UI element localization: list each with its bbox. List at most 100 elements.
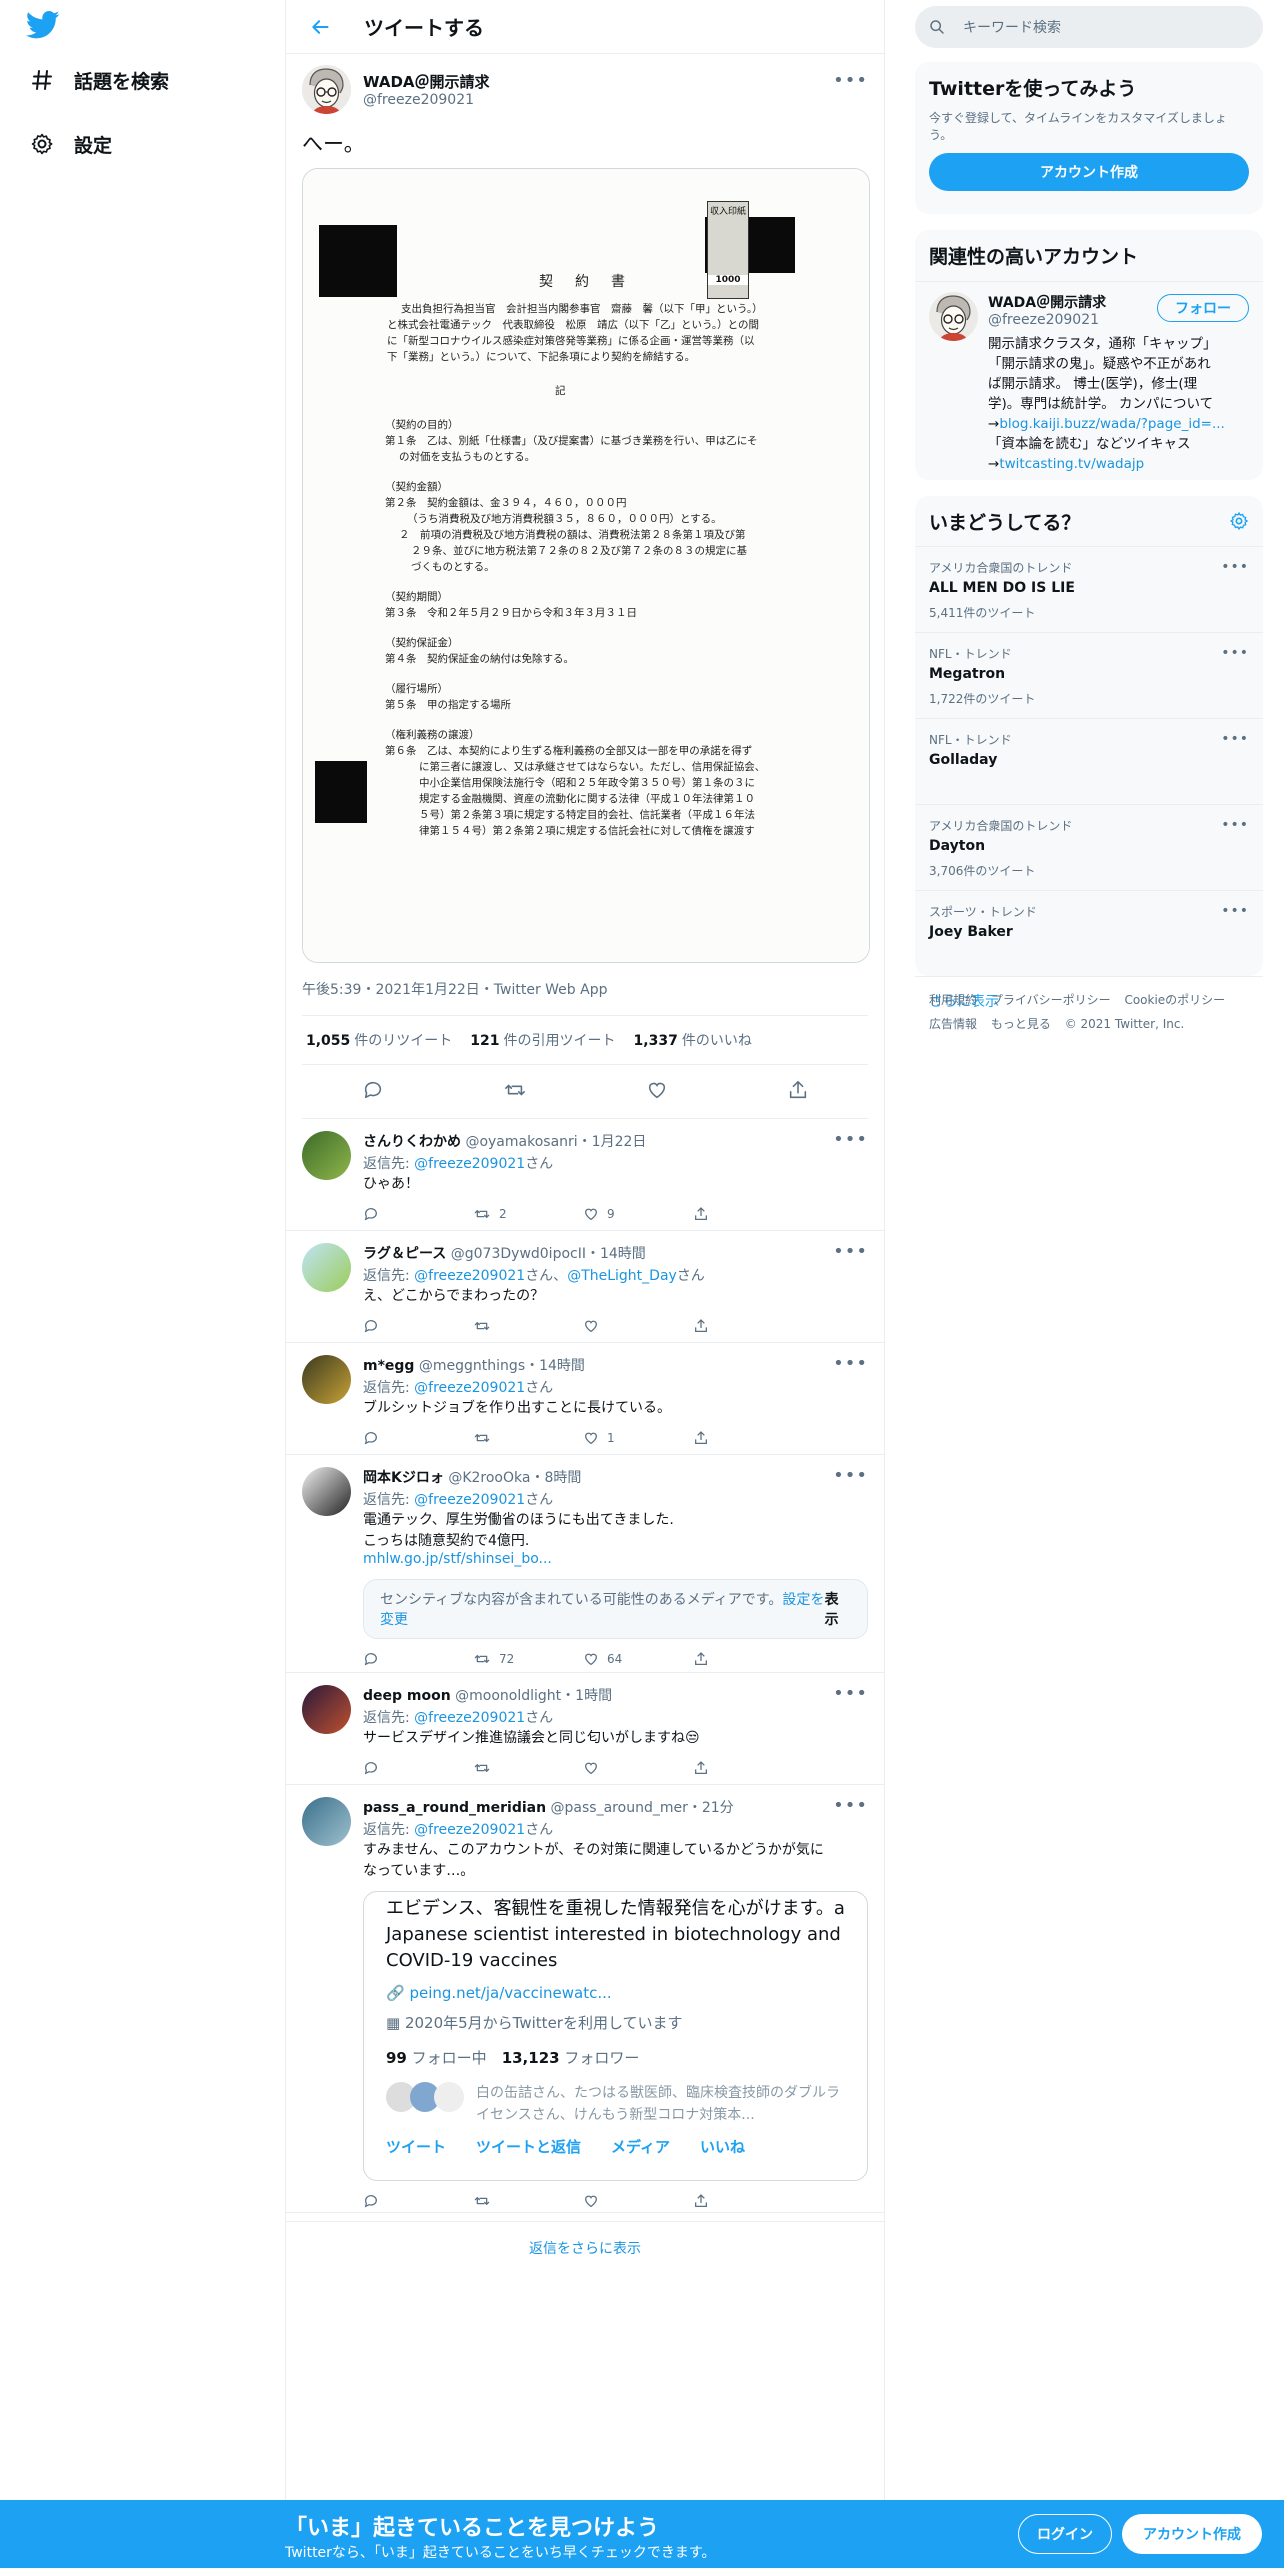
show-more-replies[interactable]: 返信をさらに表示 [286, 2221, 884, 2273]
reply-to-link[interactable]: @freeze209021 [414, 1492, 525, 1508]
reply-author-handle[interactable]: @moonoldlight [455, 1688, 561, 1704]
reply-author-name[interactable]: さんりくわかめ [363, 1134, 461, 1150]
share-icon[interactable] [693, 1651, 803, 1667]
reply-to-link[interactable]: @freeze209021 [414, 1822, 525, 1838]
retweet-count[interactable]: 1,055 件のリツイート [306, 1030, 452, 1050]
trend-item[interactable]: NFL・トレンド Golladay ••• [915, 718, 1263, 804]
author-handle[interactable]: @freeze209021 [363, 92, 490, 108]
reply-tweet[interactable]: ••• ラグ＆ピース @g073Dywd0ipocII・14時間 返信先: @f… [286, 1231, 884, 1343]
reply-tweet[interactable]: ••• deep moon @moonoldlight・1時間 返信先: @fr… [286, 1673, 884, 1785]
like-icon[interactable] [583, 1760, 693, 1776]
reply-author-name[interactable]: m*egg [363, 1358, 414, 1374]
reply-to-link[interactable]: @freeze209021 [414, 1380, 525, 1396]
card-link[interactable]: peing.net/ja/vaccinewatc... [409, 1984, 611, 2002]
followers-count[interactable]: 13,123 [502, 2049, 560, 2067]
reply-author-handle[interactable]: @g073Dywd0ipocII [451, 1246, 586, 1262]
retweet-icon[interactable] [473, 1760, 583, 1776]
avatar[interactable] [302, 1467, 351, 1516]
reply-time[interactable]: ・8時間 [530, 1470, 581, 1486]
like-icon[interactable]: 1 [583, 1430, 693, 1446]
more-options-icon[interactable]: ••• [1221, 645, 1249, 661]
more-options-icon[interactable]: ••• [1221, 731, 1249, 747]
search-input[interactable]: キーワード検索 [915, 6, 1263, 48]
show-media-button[interactable]: 表示 [825, 1589, 851, 1629]
reply-time[interactable]: ・1月22日 [578, 1134, 647, 1150]
reply-icon[interactable] [363, 1760, 473, 1776]
reply-author-name[interactable]: pass_a_round_meridian [363, 1800, 546, 1816]
nav-settings[interactable]: 設定 [28, 130, 112, 158]
twitter-bird-icon[interactable] [25, 10, 66, 50]
like-icon[interactable]: 64 [583, 1651, 693, 1667]
reply-icon[interactable] [363, 2193, 473, 2209]
retweet-icon[interactable]: 72 [473, 1651, 583, 1667]
nav-explore[interactable]: 話題を検索 [28, 66, 169, 94]
more-options-icon[interactable]: ••• [1221, 559, 1249, 575]
following-count[interactable]: 99 [386, 2049, 407, 2067]
reply-icon[interactable] [363, 1651, 473, 1667]
reply-tweet[interactable]: ••• さんりくわかめ @oyamakosanri・1月22日 返信先: @fr… [286, 1119, 884, 1231]
profile-card[interactable]: エビデンス、客観性を重視した情報発信を心がけます。a Japanese scie… [363, 1891, 868, 2181]
follow-button[interactable]: フォロー [1157, 294, 1249, 322]
trend-item[interactable]: アメリカ合衆国のトレンド ALL MEN DO IS LIE 5,411件のツイ… [915, 546, 1263, 632]
avatar[interactable] [302, 64, 351, 114]
more-options-icon[interactable]: ••• [833, 1685, 868, 1703]
reply-tweet[interactable]: ••• pass_a_round_meridian @pass_around_m… [286, 1785, 884, 2213]
more-options-icon[interactable]: ••• [1221, 817, 1249, 833]
more-options-icon[interactable]: ••• [833, 1131, 868, 1149]
author-name[interactable]: WADA＠開示請求 [363, 71, 490, 92]
like-icon[interactable] [583, 2193, 693, 2209]
retweet-icon[interactable] [503, 1079, 527, 1105]
avatar[interactable] [929, 292, 978, 341]
reply-author-name[interactable]: 岡本Kジロォ [363, 1470, 444, 1486]
reply-to-link[interactable]: @freeze209021 [414, 1156, 525, 1172]
trend-item[interactable]: アメリカ合衆国のトレンド Dayton 3,706件のツイート ••• [915, 804, 1263, 890]
share-icon[interactable] [787, 1079, 809, 1105]
reply-author-name[interactable]: deep moon [363, 1688, 451, 1704]
reply-to-link[interactable]: @TheLight_Day [567, 1268, 677, 1284]
reply-icon[interactable] [363, 1206, 473, 1222]
settings-gear-icon[interactable] [1229, 511, 1249, 531]
reply-time[interactable]: ・21分 [688, 1800, 734, 1816]
trend-item[interactable]: NFL・トレンド Megatron 1,722件のツイート ••• [915, 632, 1263, 718]
signup-button[interactable]: アカウント作成 [1122, 2514, 1262, 2554]
reply-time[interactable]: ・14時間 [525, 1358, 585, 1374]
more-options-icon[interactable]: ••• [833, 72, 868, 90]
related-link-blog[interactable]: blog.kaiji.buzz/wada/?page_id=... [999, 416, 1225, 432]
share-icon[interactable] [693, 1760, 803, 1776]
avatar[interactable] [302, 1685, 351, 1734]
reply-author-handle[interactable]: @K2rooOka [448, 1470, 530, 1486]
reply-time[interactable]: ・14時間 [586, 1246, 646, 1262]
like-count[interactable]: 1,337 件のいいね [634, 1030, 752, 1050]
like-icon[interactable]: 9 [583, 1206, 693, 1222]
card-tabs[interactable]: ツイート ツイートと返信 メディア いいね [386, 2136, 845, 2157]
like-icon[interactable] [583, 1318, 693, 1334]
retweet-icon[interactable] [473, 2193, 583, 2209]
reply-time[interactable]: ・1時間 [561, 1688, 612, 1704]
tweet-timestamp[interactable]: 午後5:39・2021年1月22日・Twitter Web App [302, 979, 868, 1016]
related-link-twitcasting[interactable]: twitcasting.tv/wadajp [999, 456, 1144, 472]
more-options-icon[interactable]: ••• [833, 1797, 868, 1815]
create-account-button[interactable]: アカウント作成 [929, 153, 1249, 191]
footer-privacy[interactable]: プライバシーポリシー [991, 993, 1111, 1007]
avatar[interactable] [302, 1243, 351, 1292]
reply-author-handle[interactable]: @pass_around_mer [551, 1800, 688, 1816]
retweet-icon[interactable]: 2 [473, 1206, 583, 1222]
footer-more[interactable]: もっと見る [991, 1017, 1051, 1031]
avatar[interactable] [302, 1131, 351, 1180]
reply-author-handle[interactable]: @meggnthings [419, 1358, 525, 1374]
reply-icon[interactable] [363, 1430, 473, 1446]
login-button[interactable]: ログイン [1018, 2514, 1112, 2554]
more-options-icon[interactable]: ••• [833, 1355, 868, 1373]
reply-to-link[interactable]: @freeze209021 [414, 1268, 525, 1284]
share-icon[interactable] [693, 1430, 803, 1446]
reply-author-handle[interactable]: @oyamakosanri [465, 1134, 577, 1150]
trend-item[interactable]: スポーツ・トレンド Joey Baker ••• [915, 890, 1263, 976]
back-arrow-icon[interactable] [306, 13, 334, 41]
tweet-image-contract[interactable]: 収入印紙 1000 契 約 書 支出負担行為担当官 会計担当内閣参事官 齋藤 馨… [302, 168, 870, 963]
footer-terms[interactable]: 利用規約 [929, 993, 977, 1007]
avatar[interactable] [302, 1797, 351, 1846]
share-icon[interactable] [693, 2193, 803, 2209]
reply-icon[interactable] [363, 1318, 473, 1334]
reply-icon[interactable] [362, 1079, 384, 1105]
quote-count[interactable]: 121 件の引用ツイート [470, 1030, 615, 1050]
